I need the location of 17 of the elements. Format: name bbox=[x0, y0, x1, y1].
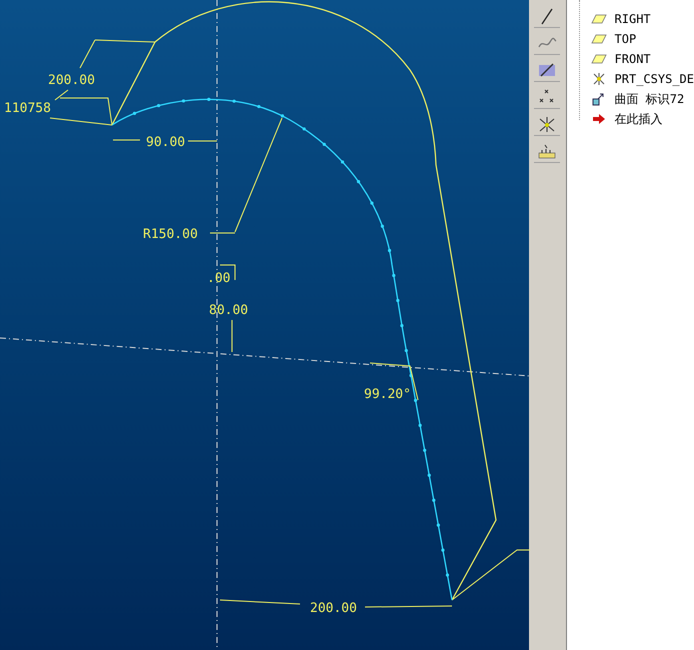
dimension-value[interactable]: 200.00 bbox=[48, 73, 95, 88]
tree-item[interactable]: PRT_CSYS_DE bbox=[614, 70, 694, 88]
dimension-value[interactable]: 99.20° bbox=[364, 387, 411, 402]
arrow-icon bbox=[590, 111, 607, 127]
tree-item[interactable]: RIGHT bbox=[614, 10, 651, 28]
tree-item[interactable]: TOP bbox=[614, 30, 636, 48]
dimension-value[interactable]: 80.00 bbox=[209, 303, 248, 318]
tree-item[interactable]: FRONT bbox=[614, 50, 651, 68]
dimension-value[interactable]: .00 bbox=[207, 271, 230, 286]
coordinate-system-icon bbox=[590, 71, 607, 87]
tree-item[interactable]: 曲面 标识72 bbox=[614, 90, 684, 108]
dimension-value[interactable]: 110758 bbox=[4, 101, 51, 116]
tree-item[interactable]: 在此插入 bbox=[614, 110, 663, 128]
dimension-value[interactable]: R150.00 bbox=[143, 227, 198, 242]
leader-line bbox=[188, 140, 218, 142]
dimension-value[interactable]: 90.00 bbox=[146, 135, 186, 150]
dimension-value[interactable]: 200.00 bbox=[310, 601, 357, 616]
